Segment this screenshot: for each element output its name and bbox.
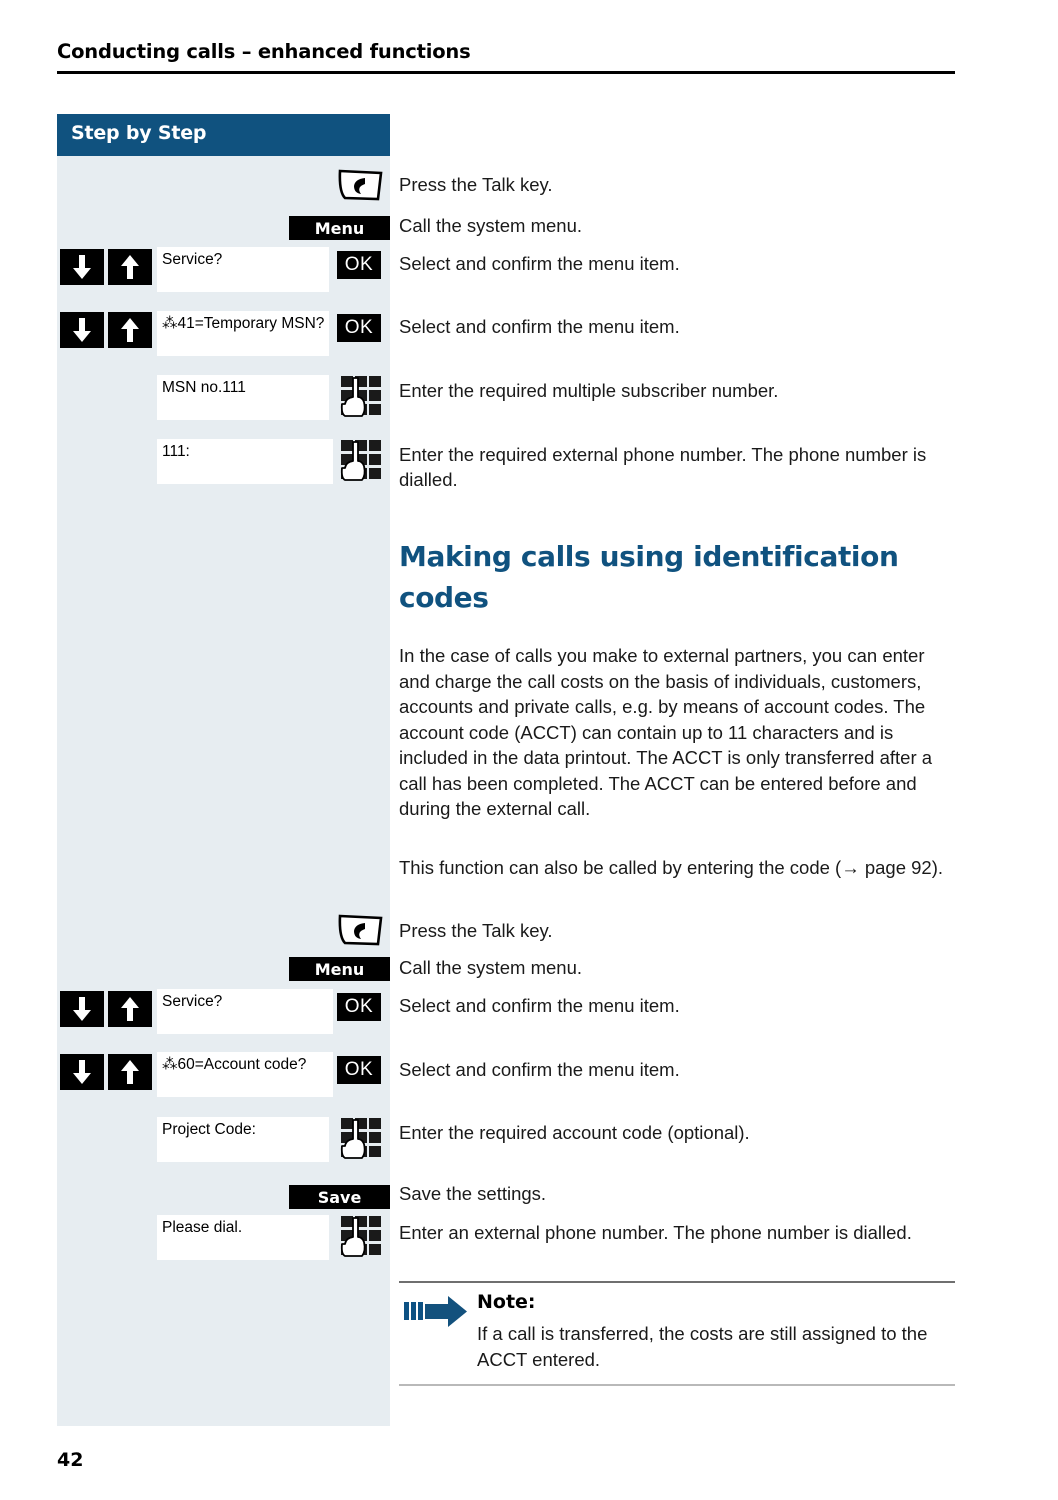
ok-softkey[interactable]: OK: [337, 251, 381, 279]
keypad-icon[interactable]: [340, 1216, 383, 1257]
header-rule: [57, 71, 955, 74]
step-description: Call the system menu.: [399, 215, 583, 236]
ok-softkey[interactable]: OK: [337, 993, 381, 1021]
display-service: Service?: [157, 247, 329, 292]
step-description: Enter the required account code (optiona…: [399, 1122, 750, 1143]
step-description: Save the settings.: [399, 1183, 547, 1204]
step-description: Select and confirm the menu item.: [399, 1059, 680, 1080]
sidebar-header: Step by Step: [57, 114, 390, 156]
keypad-icon[interactable]: [340, 376, 383, 417]
note-text: If a call is transferred, the costs are …: [477, 1323, 928, 1370]
step-description: Enter the required multiple subscriber n…: [399, 380, 779, 401]
page-title: Conducting calls – enhanced functions: [57, 40, 471, 63]
step-description: Enter the required external phone number…: [399, 444, 927, 490]
step-description: Press the Talk key.: [399, 920, 553, 941]
page-header: Conducting calls – enhanced functions: [57, 40, 955, 74]
menu-softkey[interactable]: Menu: [289, 957, 390, 981]
arrow-down-icon[interactable]: [60, 991, 104, 1027]
note-label: Note:: [477, 1291, 536, 1313]
arrow-up-icon[interactable]: [108, 249, 152, 285]
step-description: Select and confirm the menu item.: [399, 316, 680, 337]
arrow-down-icon[interactable]: [60, 249, 104, 285]
arrow-up-icon[interactable]: [108, 1054, 152, 1090]
step-description: Press the Talk key.: [399, 174, 553, 195]
arrow-up-icon[interactable]: [108, 991, 152, 1027]
step-description: Select and confirm the menu item.: [399, 253, 680, 274]
talk-key-icon[interactable]: [337, 168, 385, 202]
talk-key-icon[interactable]: [337, 913, 385, 947]
keypad-icon[interactable]: [340, 1118, 383, 1159]
section-heading: Making calls using identification codes: [399, 540, 899, 614]
display-project-code: Project Code:: [157, 1117, 329, 1162]
display-service: Service?: [157, 989, 333, 1034]
step-description: Call the system menu.: [399, 957, 583, 978]
save-softkey[interactable]: Save: [289, 1185, 390, 1209]
ok-softkey[interactable]: OK: [337, 1056, 381, 1084]
arrow-down-icon[interactable]: [60, 1054, 104, 1090]
section-paragraph-1: In the case of calls you make to externa…: [399, 645, 933, 819]
page-number: 42: [57, 1449, 84, 1471]
section-paragraph-2: This function can also be called by ente…: [399, 857, 944, 878]
display-account-code: ⁂60=Account code?: [157, 1052, 333, 1097]
menu-softkey[interactable]: Menu: [289, 216, 390, 240]
note-box: Note: If a call is transferred, the cost…: [399, 1281, 955, 1386]
display-msn-number: MSN no.111: [157, 375, 329, 420]
ok-softkey[interactable]: OK: [337, 314, 381, 342]
sidebar-title: Step by Step: [71, 122, 207, 144]
keypad-icon[interactable]: [340, 440, 383, 481]
note-bottom-rule: [399, 1384, 955, 1386]
step-description: Select and confirm the menu item.: [399, 995, 680, 1016]
arrow-down-icon[interactable]: [60, 312, 104, 348]
step-description: Enter an external phone number. The phon…: [399, 1222, 912, 1243]
note-arrow-icon: [404, 1296, 468, 1328]
arrow-up-icon[interactable]: [108, 312, 152, 348]
display-please-dial: Please dial.: [157, 1215, 329, 1260]
display-temporary-msn: ⁂41=Temporary MSN?: [157, 311, 329, 356]
display-dial-number: 111:: [157, 439, 333, 484]
